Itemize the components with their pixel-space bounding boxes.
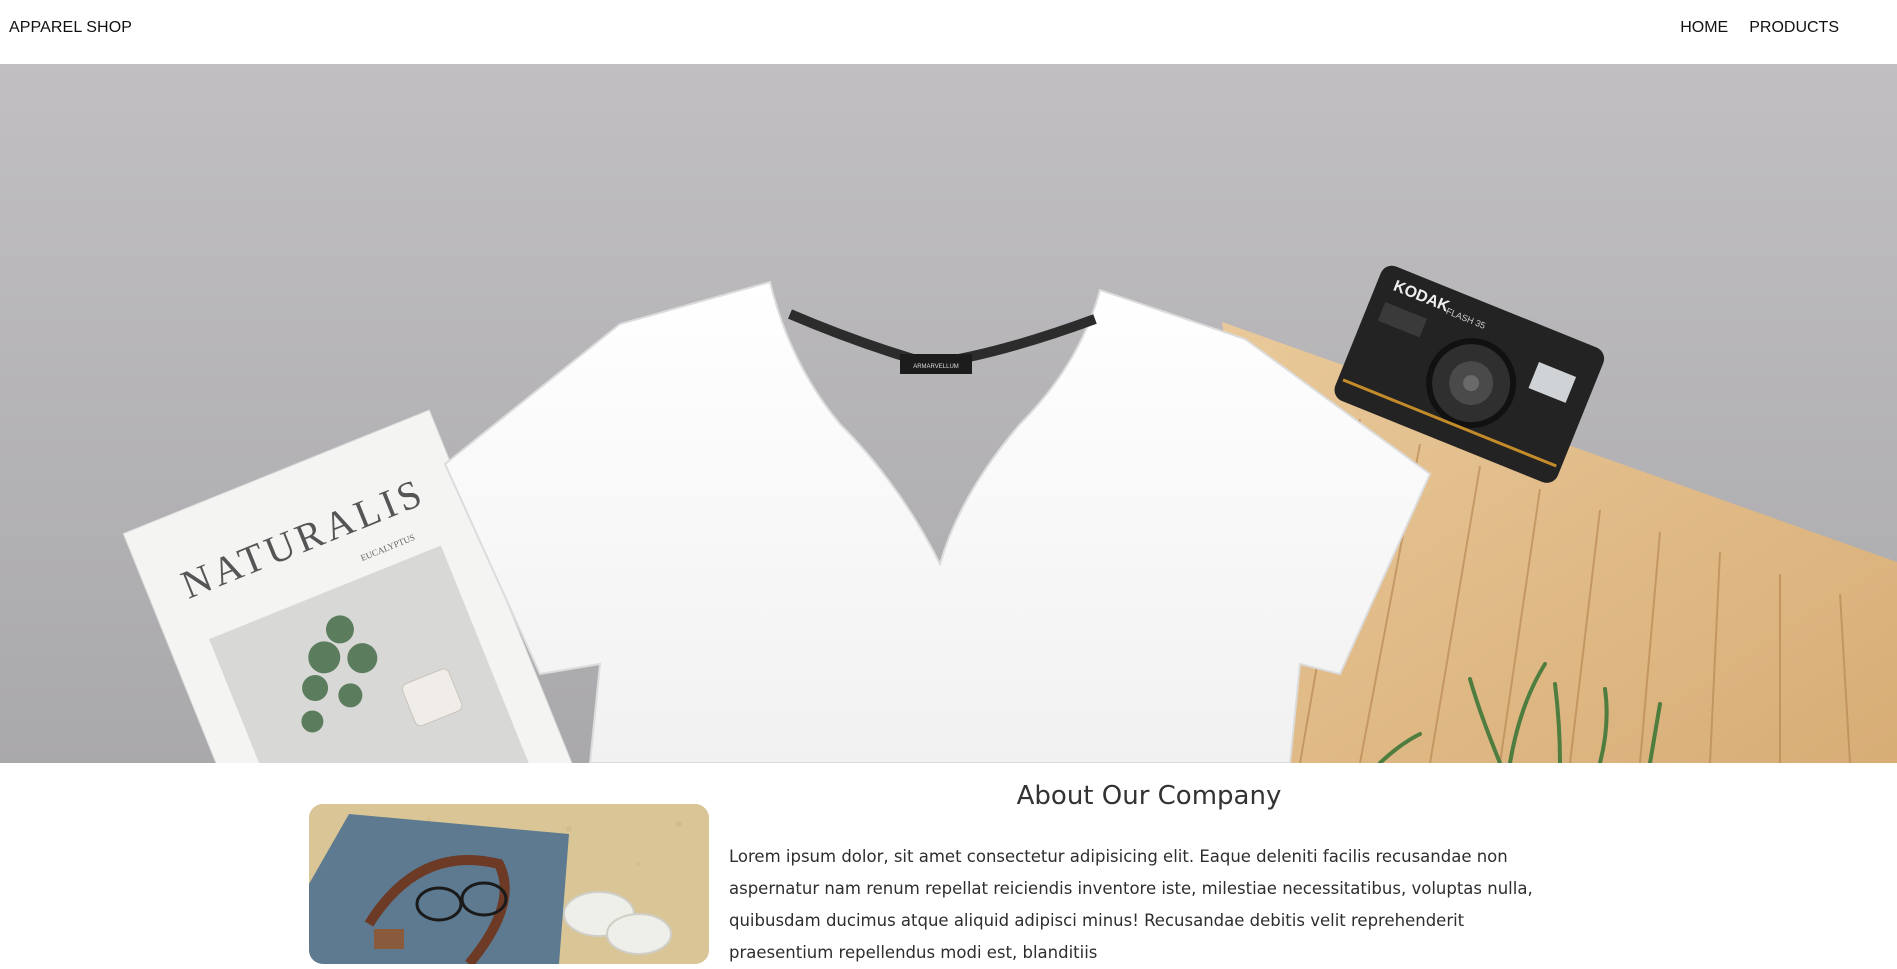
hero-image: NATURALIS EUCALYPTUS ARMARVELLUM KODAK F… <box>0 64 1897 763</box>
tshirt-label: ARMARVELLUM <box>913 364 959 370</box>
brand-logo-link[interactable]: APPAREL SHOP <box>9 19 132 37</box>
nav-links: HOME PRODUCTS <box>1680 19 1839 37</box>
about-image <box>309 804 709 964</box>
hero-banner: NATURALIS EUCALYPTUS ARMARVELLUM KODAK F… <box>0 64 1897 763</box>
about-section: About Our Company Lorem ipsum dolor, sit… <box>0 763 1897 964</box>
beach-bag-photo <box>309 804 709 964</box>
about-body-text: Lorem ipsum dolor, sit amet consectetur … <box>729 847 1533 962</box>
about-title: About Our Company <box>1016 781 1282 811</box>
nav-link-products[interactable]: PRODUCTS <box>1749 19 1839 37</box>
nav-link-home[interactable]: HOME <box>1680 19 1728 37</box>
top-navbar: APPAREL SHOP HOME PRODUCTS <box>0 0 1897 64</box>
